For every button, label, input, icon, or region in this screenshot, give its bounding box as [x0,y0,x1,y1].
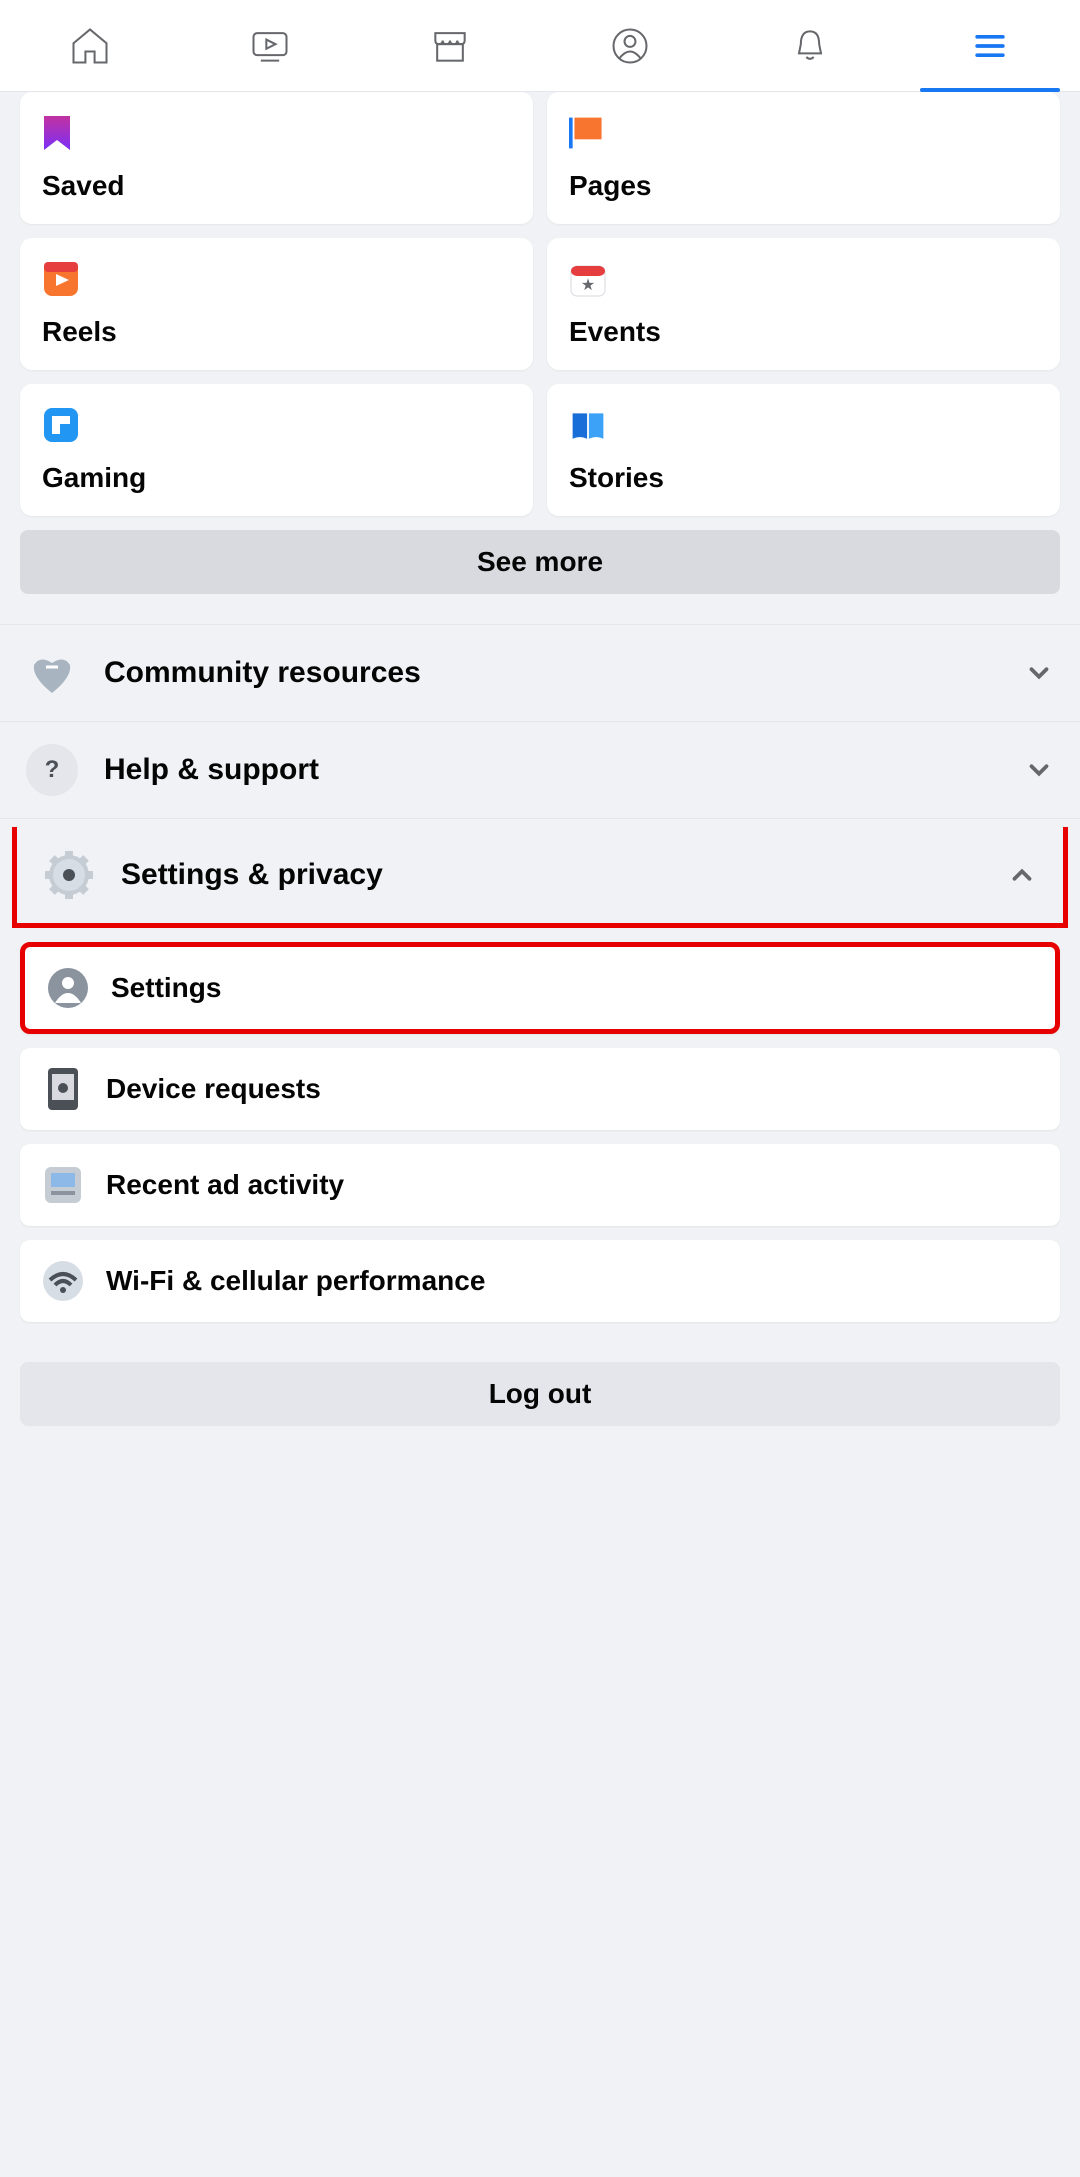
marketplace-icon [428,24,472,68]
shortcut-stories[interactable]: Stories [547,384,1060,516]
settings-item-label: Device requests [106,1073,321,1105]
shortcut-pages[interactable]: Pages [547,92,1060,224]
shortcut-label: Saved [42,170,511,202]
shortcut-label: Pages [569,170,1038,202]
gaming-icon [42,406,80,444]
events-icon: ★ [569,260,607,298]
settings-icon [47,967,89,1009]
bell-icon [788,24,832,68]
svg-text:★: ★ [581,277,595,294]
reels-icon [42,260,80,298]
nav-tab-video[interactable] [180,0,360,91]
settings-item-wifi-cellular[interactable]: Wi-Fi & cellular performance [20,1240,1060,1322]
logout-button[interactable]: Log out [20,1362,1060,1426]
community-icon [26,647,78,699]
settings-item-label: Recent ad activity [106,1169,344,1201]
nav-tab-notifications[interactable] [720,0,900,91]
section-settings-privacy[interactable]: Settings & privacy [12,827,1068,928]
settings-item-label: Settings [111,972,221,1004]
shortcut-saved[interactable]: Saved [20,92,533,224]
shortcut-label: Gaming [42,462,511,494]
help-icon: ? [26,744,78,796]
chevron-down-icon [1024,755,1054,785]
shortcut-reels[interactable]: Reels [20,238,533,370]
video-icon [248,24,292,68]
wifi-icon [42,1260,84,1302]
gear-icon [43,849,95,901]
nav-tab-menu[interactable] [900,0,1080,91]
profile-icon [608,24,652,68]
settings-item-recent-ad-activity[interactable]: Recent ad activity [20,1144,1060,1226]
shortcut-label: Events [569,316,1038,348]
nav-tab-home[interactable] [0,0,180,91]
settings-item-device-requests[interactable]: Device requests [20,1048,1060,1130]
nav-tab-profile[interactable] [540,0,720,91]
saved-icon [42,114,80,152]
stories-icon [569,406,607,444]
pages-icon [569,114,607,152]
section-title: Settings & privacy [121,858,1007,892]
section-community-resources[interactable]: Community resources [0,624,1080,721]
section-title: Help & support [104,753,1024,787]
shortcut-events[interactable]: ★ Events [547,238,1060,370]
top-nav [0,0,1080,92]
chevron-up-icon [1007,860,1037,890]
see-more-button[interactable]: See more [20,530,1060,594]
settings-item-label: Wi-Fi & cellular performance [106,1265,485,1297]
settings-item-settings[interactable]: Settings [20,942,1060,1034]
shortcut-label: Stories [569,462,1038,494]
section-help-support[interactable]: ? Help & support [0,721,1080,818]
device-icon [42,1068,84,1110]
section-title: Community resources [104,656,1024,690]
home-icon [68,24,112,68]
shortcut-grid: Saved Pages Reels ★ Events Gaming Storie… [0,92,1080,530]
ad-activity-icon [42,1164,84,1206]
svg-text:?: ? [45,756,60,783]
shortcut-gaming[interactable]: Gaming [20,384,533,516]
shortcut-label: Reels [42,316,511,348]
chevron-down-icon [1024,658,1054,688]
nav-tab-marketplace[interactable] [360,0,540,91]
menu-icon [968,24,1012,68]
